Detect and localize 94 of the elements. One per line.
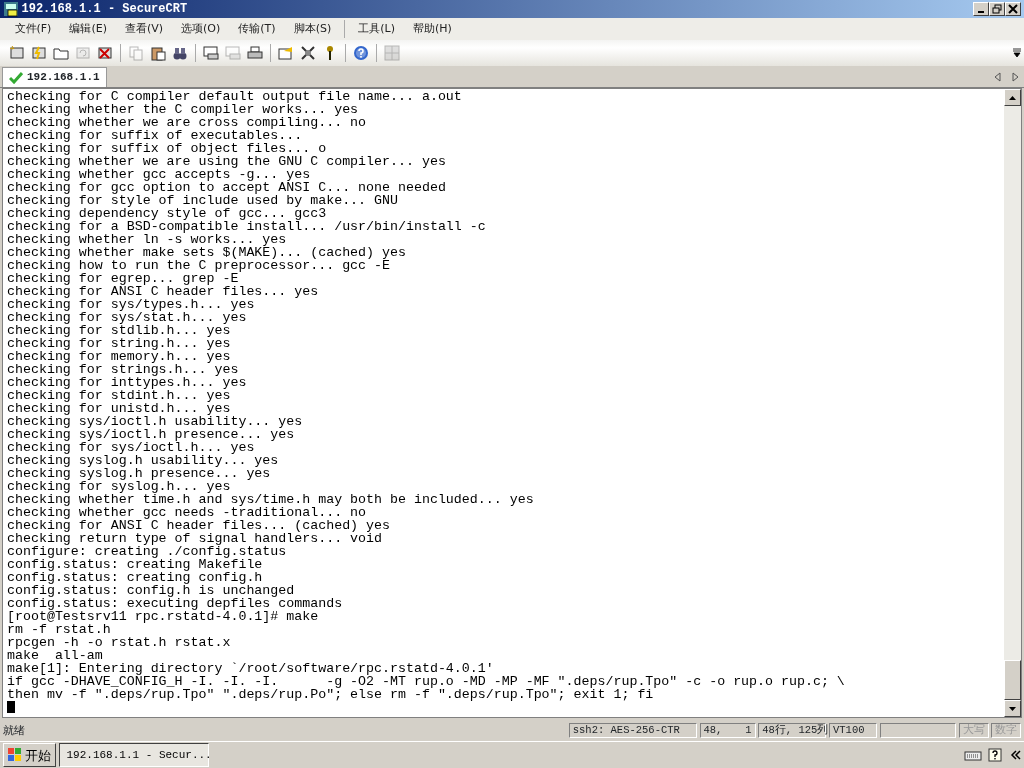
terminal-line: checking for sys/types.h... yes [7, 298, 256, 311]
terminal-line: checking for sys/ioctl.h... yes [7, 441, 255, 454]
menu-item[interactable]: 编辑(E) [60, 20, 116, 38]
terminal-line: checking for gcc option to accept ANSI C... none needed [7, 181, 447, 194]
scroll-down-icon[interactable] [1009, 706, 1016, 711]
restore-button[interactable] [989, 2, 1006, 16]
folder-icon [52, 45, 69, 61]
menu-item[interactable]: 选项(O) [172, 20, 230, 38]
terminal-line: checking for ANSI C header files... yes [7, 285, 320, 298]
terminal-line: checking for syslog.h... yes [7, 480, 231, 493]
terminal-line: checking for stdint.h... yes [7, 389, 231, 402]
menu-item[interactable]: 文件(F) [5, 20, 61, 38]
terminal-line: checking for suffix of executables... [7, 129, 303, 142]
lightning-computer-icon [30, 45, 47, 61]
terminal-line: checking how to run the C preprocessor... gcc -E [7, 259, 390, 272]
session-tab[interactable]: 192.168.1.1 [2, 67, 107, 87]
terminal-line: checking whether make sets $(MAKE)... (cached) yes [7, 246, 407, 259]
scrollbar-thumb[interactable] [1004, 660, 1021, 700]
terminal-line: checking for string.h... yes [7, 337, 232, 350]
scroll-up-icon[interactable] [1009, 95, 1016, 100]
terminal-line: config.status: creating Makefile [7, 558, 263, 571]
terminal-size-field: 48行, 125列 [758, 723, 827, 739]
terminal-line: rpcgen -h -o rstat.h rstat.x [7, 636, 232, 649]
scroll-right-icon[interactable] [1011, 71, 1019, 82]
help-icon [352, 45, 369, 61]
terminal-line: configure: creating ./config.status [7, 545, 288, 558]
overflow-chevron-icon[interactable] [1013, 47, 1022, 58]
copy-icon [127, 45, 144, 61]
terminal-line: checking for stdlib.h... yes [7, 324, 231, 337]
printer-icon [246, 45, 263, 61]
start-button[interactable]: 开始 [2, 743, 56, 768]
monitor-printer-icon [202, 45, 219, 61]
computer-cross-icon [96, 45, 113, 61]
terminal-line: checking syslog.h usability... yes [7, 454, 280, 467]
terminal-line: checking whether we are cross compiling... no [7, 116, 368, 129]
terminal-line: rm -f rstat.h [7, 623, 111, 636]
terminal-line: checking whether time.h and sys/time.h may both be included... yes [7, 493, 535, 506]
monitor-printer-icon [224, 45, 241, 61]
cursor-position-field: 48, 1 [699, 723, 756, 739]
terminal-line: config.status: executing depfiles commands [7, 597, 344, 610]
terminal-line: checking return type of signal handlers... void [7, 532, 383, 545]
menu-item[interactable]: 传输(T) [229, 20, 285, 38]
terminal-line: config.status: creating config.h [7, 571, 263, 584]
menu-item[interactable]: 工具(L) [349, 20, 404, 38]
scroll-left-icon[interactable] [993, 71, 1001, 82]
num-lock-indicator: 数字 [991, 723, 1022, 739]
app-icon [2, 1, 19, 17]
close-icon [1008, 4, 1019, 14]
terminal-line: checking for memory.h... yes [7, 350, 232, 363]
taskbar-window-button[interactable]: 192.168.1.1 - Secur... [58, 743, 209, 768]
terminal-line: checking for a BSD-compatible install... /usr/bin/install -c [7, 220, 487, 233]
terminal-line: if gcc -DHAVE_CONFIG_H -I. -I. -I. -g -O2 -MT rup.o -MD -MP -MF ".deps/rup.Tpo" -c -o rup.o rup.c; \ [7, 675, 846, 688]
binoculars-icon [171, 45, 188, 61]
terminal-line: checking for C compiler default output file name... a.out [7, 90, 463, 103]
grid-icon [383, 45, 400, 61]
terminal-line: make[1]: Entering directory `/root/software/rpc.rstatd-4.0.1' [7, 662, 495, 675]
terminal-line: checking whether we are using the GNU C compiler... yes [7, 155, 447, 168]
menu-item[interactable]: 查看(V) [115, 20, 173, 38]
terminal-line: checking for egrep... grep -E [7, 272, 239, 285]
terminal-line: checking whether gcc accepts -g... yes [7, 168, 312, 181]
terminal-line: checking sys/ioctl.h presence... yes [7, 428, 295, 441]
terminal-line: config.status: config.h is unchanged [7, 584, 296, 597]
check-icon [9, 71, 23, 84]
terminal-line: checking whether ln -s works... yes [7, 233, 287, 246]
close-button[interactable] [1005, 2, 1022, 16]
terminal-line: checking sys/ioctl.h usability... yes [7, 415, 304, 428]
terminal-line: checking for style of include used by make... GNU [7, 194, 399, 207]
menu-item[interactable]: 帮助(H) [403, 20, 461, 38]
terminal-line: then mv -f ".deps/rup.Tpo" ".deps/rup.Po"; else rm -f ".deps/rup.Tpo"; exit 1; fi [7, 688, 654, 701]
emulation-field: VT100 [829, 723, 877, 739]
menu-item[interactable]: 脚本(S) [284, 20, 341, 38]
terminal-line: checking whether the C compiler works... yes [7, 103, 360, 116]
terminal-line: checking for inttypes.h... yes [7, 376, 248, 389]
terminal-line: checking whether gcc needs -traditional... no [7, 506, 368, 519]
restore-icon [992, 4, 1003, 14]
cipher-field: ssh2: AES-256-CTR [568, 723, 697, 739]
terminal-line: checking dependency style of gcc... gcc3 [7, 207, 328, 220]
minimize-icon [978, 11, 985, 13]
window-title: 192.168.1.1 - SecureCRT [21, 1, 188, 18]
terminal-line: checking for sys/stat.h... yes [7, 311, 247, 324]
terminal-line: checking for ANSI C header files... (cached) yes [7, 519, 391, 532]
terminal-line: checking for strings.h... yes [7, 363, 240, 376]
windows-logo-icon [7, 748, 22, 763]
computer-icon [8, 45, 25, 61]
terminal-line: checking for suffix of object files... o [7, 142, 328, 155]
terminal-line: make all-am [7, 649, 104, 662]
help-icon[interactable] [987, 748, 1002, 763]
terminal-line: checking syslog.h presence... yes [7, 467, 271, 480]
terminal-line: checking for unistd.h... yes [7, 402, 231, 415]
minimize-button[interactable] [973, 2, 990, 16]
clipboard-icon [149, 45, 166, 61]
scrollbar[interactable] [1004, 89, 1021, 717]
terminal-line: [root@Testsrv11 rpc.rstatd-4.0.1]# make [7, 610, 320, 623]
status-message: 就绪 [2, 722, 25, 739]
